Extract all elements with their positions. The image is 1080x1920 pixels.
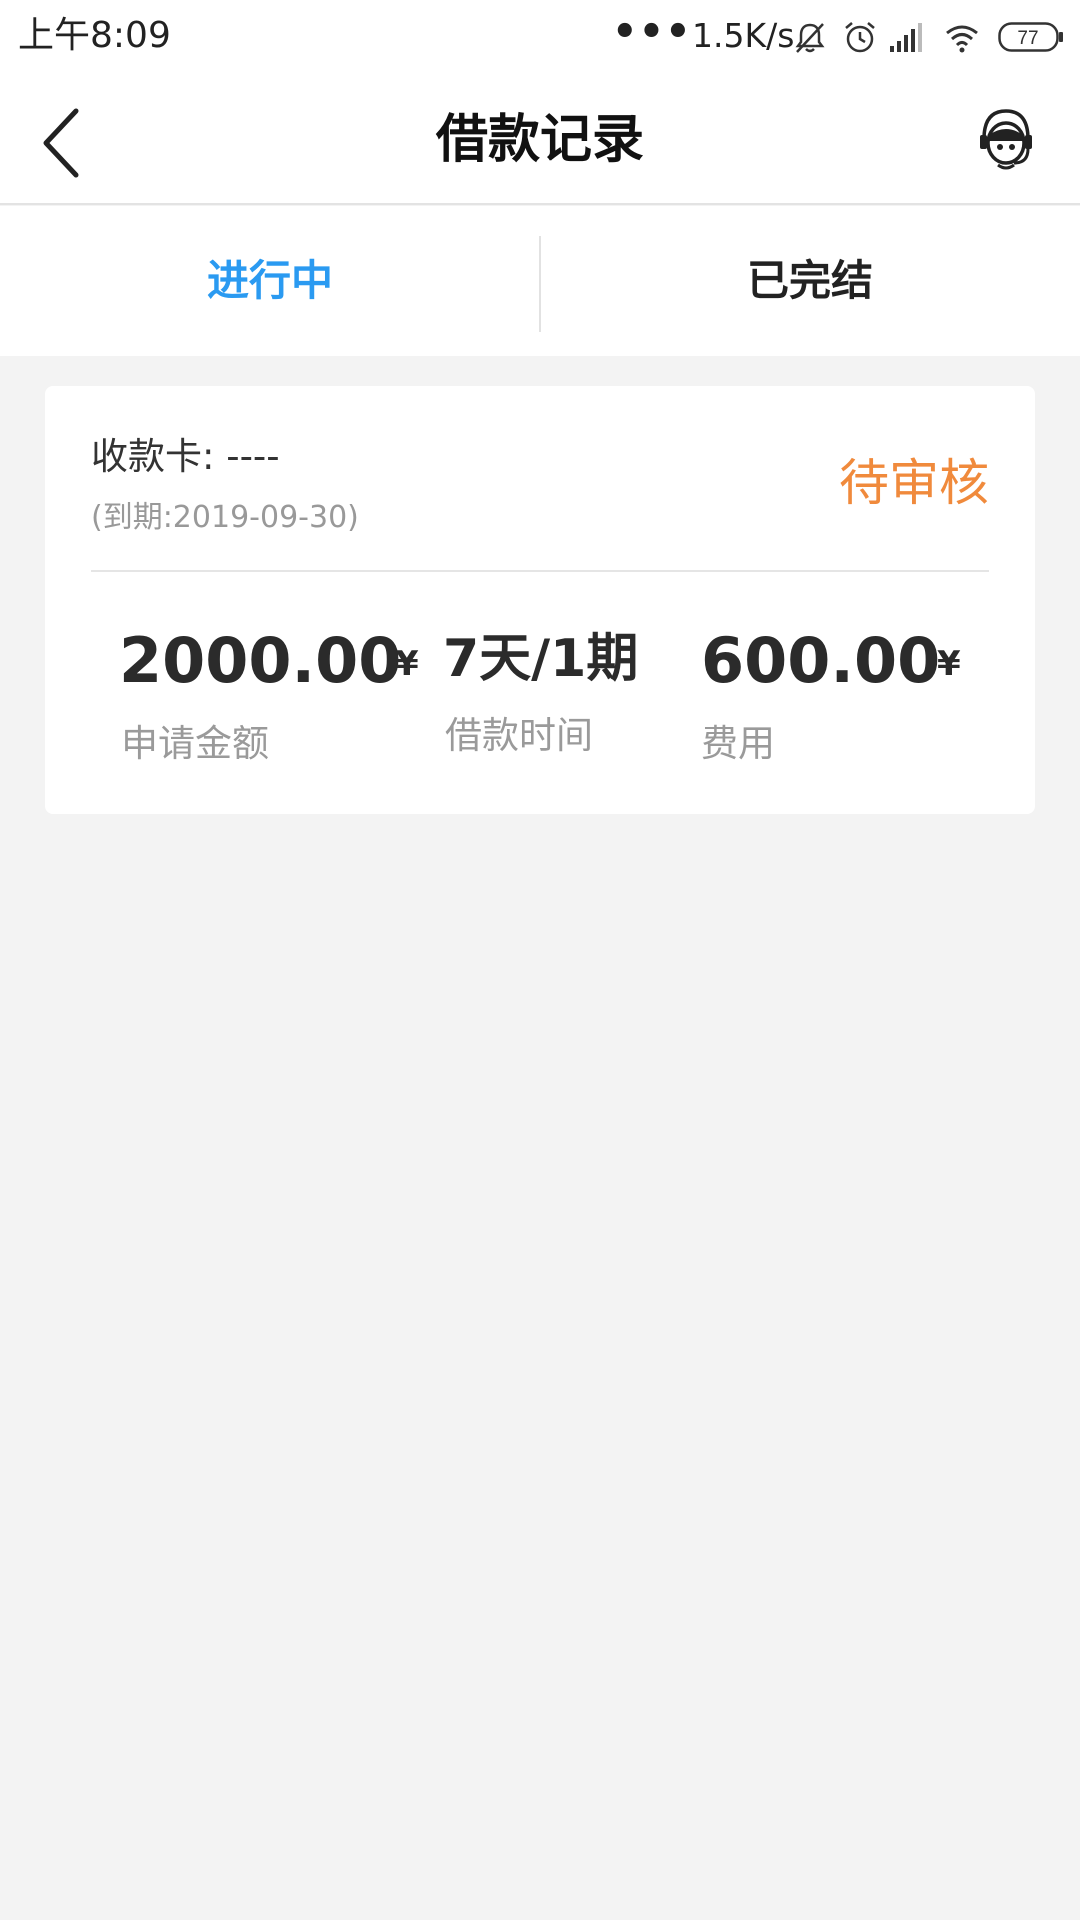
fee-label: 费用 [701,722,775,765]
card-divider [91,570,989,572]
loan-amount-currency: ¥ [395,644,419,684]
loan-record-card[interactable]: 收款卡: ---- (到期:2019-09-30) 待审核 2000.00 ¥ … [45,386,1035,814]
alarm-icon [845,22,875,53]
battery-level: 77 [1017,28,1038,49]
fee-currency: ¥ [937,644,961,684]
status-more-dots: ••• [612,9,692,55]
tab-in-progress[interactable]: 进行中 [0,206,540,356]
loan-amount-label: 申请金额 [121,722,269,765]
status-time: 上午8:09 [18,15,171,56]
tab-completed[interactable]: 已完结 [540,206,1080,356]
page-title: 借款记录 [435,110,644,170]
status-badge: 待审核 [839,454,989,512]
customer-service-icon[interactable] [976,105,1036,175]
signal-icon [890,23,922,52]
due-date: (到期:2019-09-30) [91,500,359,535]
mute-bell-icon [795,23,825,53]
receive-card-label: 收款卡: ---- [91,435,280,478]
loan-term-value: 7天/1期 [443,629,639,689]
loan-amount-value: 2000.00 [119,624,402,697]
battery-icon: 77 [998,22,1063,52]
network-speed: 1.5K/s [692,16,795,55]
wifi-icon [946,25,978,53]
loan-term-label: 借款时间 [445,714,593,757]
record-tabs: 进行中 已完结 [0,206,1080,356]
status-bar: 上午8:09 ••• 1.5K/s 77 [0,0,1080,75]
app-header: 借款记录 [0,75,1080,205]
fee-value: 600.00 [701,624,941,697]
